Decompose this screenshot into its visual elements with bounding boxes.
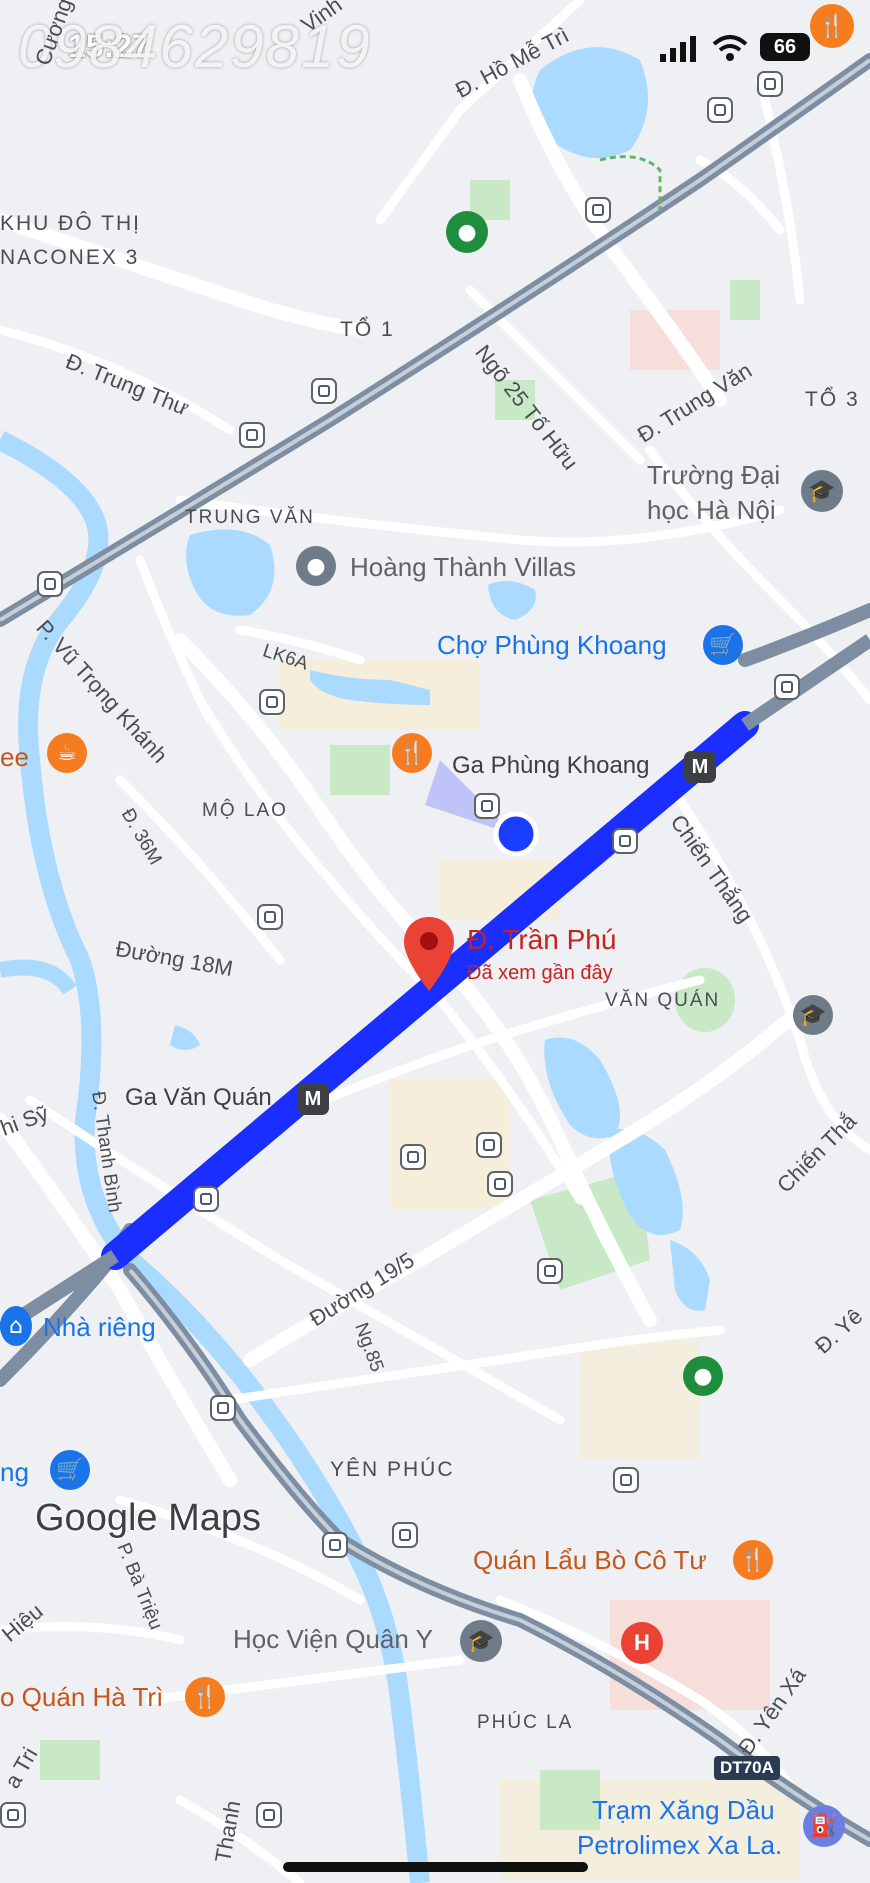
poi-hoang-thanh-villas[interactable]: Hoàng Thành Villas [350,552,576,583]
poi-university-line2[interactable]: học Hà Nội [647,495,776,526]
restaurant-icon[interactable]: 🍴 [733,1540,773,1580]
poi-tram-xang-line2[interactable]: Petrolimex Xa La. [577,1830,782,1861]
bus-stop-icon[interactable] [392,1522,418,1548]
metro-icon[interactable]: M [684,751,716,783]
poi-ng-left[interactable]: ng [0,1457,29,1488]
bus-stop-icon[interactable] [585,197,611,223]
area-phuc-la: PHÚC LA [477,1712,574,1733]
google-maps-logo: Google Maps [35,1497,262,1539]
battery-indicator: 66 [760,33,810,61]
bus-stop-icon[interactable] [707,97,733,123]
poi-tram-xang-line1[interactable]: Trạm Xăng Dầu [592,1795,775,1826]
bus-stop-icon[interactable] [257,904,283,930]
park-icon[interactable]: ● [446,211,488,253]
hospital-icon[interactable]: H [621,1622,663,1664]
poi-hoc-vien-quan-y[interactable]: Học Viện Quân Y [233,1624,433,1655]
restaurant-icon[interactable]: 🍴 [810,4,854,48]
selected-place-subtitle: Đã xem gần đây [467,962,613,984]
bus-stop-icon[interactable] [311,378,337,404]
area-van-quan: VĂN QUÁN [605,990,721,1011]
bus-stop-icon[interactable] [476,1132,502,1158]
bus-stop-icon[interactable] [613,1467,639,1493]
signal-icon [660,36,696,62]
area-naconex: NACONEX 3 [0,246,140,269]
area-to-1: TỔ 1 [340,318,395,341]
poi-university-line1[interactable]: Trường Đại [647,460,780,491]
area-trung-van: TRUNG VĂN [185,507,315,528]
selected-place-title[interactable]: Đ. Trần Phú [467,924,616,956]
bus-stop-icon[interactable] [256,1802,282,1828]
place-icon[interactable]: ● [296,546,336,586]
bus-stop-icon[interactable] [259,689,285,715]
area-yen-phuc: YÊN PHÚC [330,1458,455,1481]
bus-stop-icon[interactable] [757,71,783,97]
bus-stop-icon[interactable] [774,674,800,700]
restaurant-icon[interactable]: 🍴 [392,733,432,773]
bus-stop-icon[interactable] [400,1144,426,1170]
bus-stop-icon[interactable] [210,1395,236,1421]
poi-ee-left[interactable]: ee [0,742,29,773]
bus-stop-icon[interactable] [487,1171,513,1197]
station-ga-van-quan[interactable]: Ga Văn Quán [125,1084,272,1112]
poi-quan-ha-tri[interactable]: o Quán Hà Trì [0,1682,163,1713]
restaurant-icon[interactable]: 🍴 [185,1677,225,1717]
school-icon[interactable]: 🎓 [460,1620,502,1662]
location-pin-icon[interactable] [402,915,456,993]
gas-station-icon[interactable]: ⛽ [803,1805,845,1847]
road-shield-dt70a: DT70A [714,1756,780,1780]
station-ga-phung-khoang[interactable]: Ga Phùng Khoang [452,752,650,780]
bus-stop-icon[interactable] [193,1186,219,1212]
area-to-3: TỔ 3 [805,388,860,411]
bus-stop-icon[interactable] [612,828,638,854]
status-bar: 15:27 0984629819 66 🍴 [0,0,870,100]
metro-icon[interactable]: M [297,1083,329,1115]
area-khu-do-thi: KHU ĐÔ THỊ [0,212,141,235]
area-mo-lao: MỘ LAO [202,800,288,821]
home-indicator[interactable] [283,1862,588,1872]
wifi-icon [712,35,748,61]
home-icon[interactable]: ⌂ [0,1306,32,1346]
school-icon[interactable]: 🎓 [801,470,843,512]
bus-stop-icon[interactable] [0,1802,26,1828]
coffee-icon[interactable]: ☕ [47,733,87,773]
bus-stop-icon[interactable] [537,1258,563,1284]
poi-cho-phung-khoang[interactable]: Chợ Phùng Khoang [437,630,667,661]
park-icon[interactable]: ● [683,1356,723,1396]
poi-nha-rieng[interactable]: Nhà riêng [43,1312,156,1343]
shopping-cart-icon[interactable]: 🛒 [50,1450,90,1490]
poi-quan-lau-bo[interactable]: Quán Lẩu Bò Cô Tư [473,1545,707,1576]
school-icon[interactable]: 🎓 [793,995,833,1035]
bus-stop-icon[interactable] [322,1532,348,1558]
bus-stop-icon[interactable] [37,571,63,597]
bus-stop-icon[interactable] [239,422,265,448]
map-view[interactable]: 15:27 0984629819 66 🍴 KHU ĐÔ THỊ NACONEX… [0,0,870,1883]
shopping-cart-icon[interactable]: 🛒 [703,625,743,665]
bus-stop-icon[interactable] [474,793,500,819]
